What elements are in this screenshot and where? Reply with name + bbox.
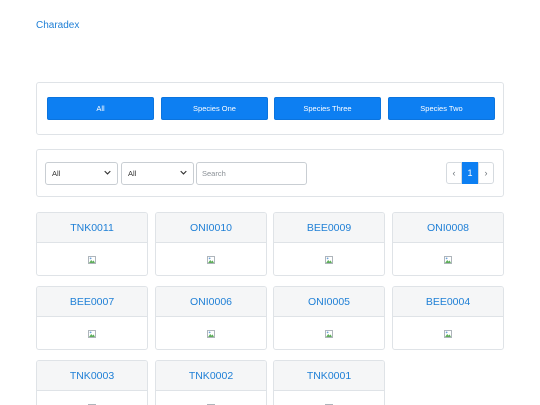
- character-card-image[interactable]: [393, 317, 503, 349]
- character-card[interactable]: ONI0005: [273, 286, 385, 350]
- character-card[interactable]: BEE0009: [273, 212, 385, 276]
- filter-bar: All All Search ‹ 1 ›: [36, 149, 504, 197]
- pagination: ‹ 1 ›: [446, 162, 494, 184]
- character-card-image[interactable]: [274, 391, 384, 405]
- character-card[interactable]: TNK0002: [155, 360, 267, 405]
- character-card-image[interactable]: [37, 243, 147, 275]
- brand-link[interactable]: Charadex: [36, 20, 79, 31]
- species-button-species-three[interactable]: Species Three: [274, 97, 381, 120]
- character-card-title[interactable]: TNK0001: [274, 361, 384, 391]
- character-card-image[interactable]: [156, 391, 266, 405]
- character-card-image[interactable]: [274, 243, 384, 275]
- character-card-title[interactable]: BEE0009: [274, 213, 384, 243]
- chevron-down-icon: [104, 169, 111, 178]
- character-card-title[interactable]: ONI0006: [156, 287, 266, 317]
- species-filter-panel: All Species One Species Three Species Tw…: [36, 82, 504, 135]
- character-card[interactable]: TNK0011: [36, 212, 148, 276]
- character-card[interactable]: BEE0007: [36, 286, 148, 350]
- broken-image-icon: [325, 255, 333, 264]
- character-card-title[interactable]: TNK0003: [37, 361, 147, 391]
- character-card[interactable]: ONI0010: [155, 212, 267, 276]
- character-card[interactable]: TNK0003: [36, 360, 148, 405]
- character-card-image[interactable]: [156, 243, 266, 275]
- character-card-image[interactable]: [37, 391, 147, 405]
- character-card[interactable]: TNK0001: [273, 360, 385, 405]
- broken-image-icon: [444, 329, 452, 338]
- character-card-image[interactable]: [156, 317, 266, 349]
- character-card-title[interactable]: ONI0010: [156, 213, 266, 243]
- character-card-title[interactable]: ONI0008: [393, 213, 503, 243]
- search-input[interactable]: Search: [196, 162, 307, 185]
- character-card-image[interactable]: [37, 317, 147, 349]
- broken-image-icon: [88, 255, 96, 264]
- pagination-page-1[interactable]: 1: [462, 162, 478, 184]
- broken-image-icon: [207, 255, 215, 264]
- search-placeholder: Search: [202, 169, 226, 178]
- character-card-title[interactable]: ONI0005: [274, 287, 384, 317]
- filter-select-1[interactable]: All: [45, 162, 118, 185]
- broken-image-icon: [88, 329, 96, 338]
- character-card-image[interactable]: [393, 243, 503, 275]
- character-card[interactable]: ONI0006: [155, 286, 267, 350]
- pagination-prev-button[interactable]: ‹: [446, 162, 462, 184]
- character-card-title[interactable]: TNK0002: [156, 361, 266, 391]
- broken-image-icon: [444, 255, 452, 264]
- character-card[interactable]: BEE0004: [392, 286, 504, 350]
- filter-select-2[interactable]: All: [121, 162, 194, 185]
- character-card-image[interactable]: [274, 317, 384, 349]
- species-button-species-two[interactable]: Species Two: [388, 97, 495, 120]
- character-card-title[interactable]: TNK0011: [37, 213, 147, 243]
- pagination-next-button[interactable]: ›: [478, 162, 494, 184]
- filter-select-1-value: All: [52, 169, 61, 178]
- chevron-down-icon: [180, 169, 187, 178]
- species-button-species-one[interactable]: Species One: [161, 97, 268, 120]
- character-card-title[interactable]: BEE0007: [37, 287, 147, 317]
- character-card[interactable]: ONI0008: [392, 212, 504, 276]
- broken-image-icon: [207, 329, 215, 338]
- broken-image-icon: [325, 329, 333, 338]
- species-button-all[interactable]: All: [47, 97, 154, 120]
- character-card-title[interactable]: BEE0004: [393, 287, 503, 317]
- filter-select-2-value: All: [128, 169, 137, 178]
